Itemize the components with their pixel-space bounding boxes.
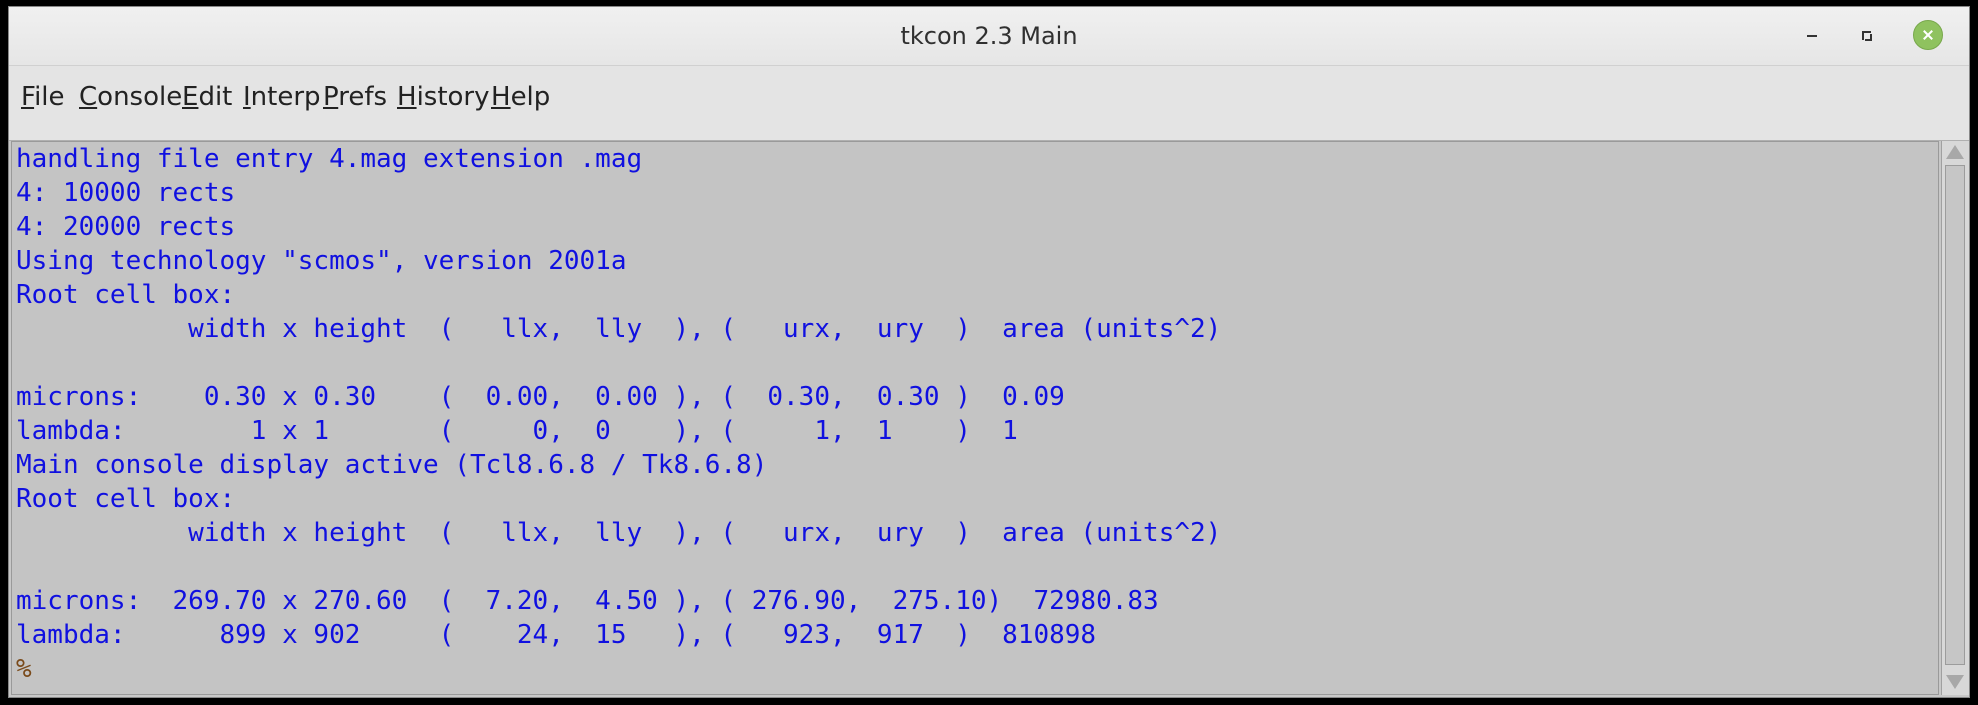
maximize-icon[interactable] bbox=[1851, 20, 1881, 50]
menu-console[interactable]: Console bbox=[79, 82, 182, 112]
title-bar[interactable]: tkcon 2.3 Main bbox=[9, 7, 1969, 66]
vertical-scrollbar[interactable] bbox=[1941, 141, 1969, 695]
console-line: microns: 0.30 x 0.30 ( 0.00, 0.00 ), ( 0… bbox=[16, 382, 1065, 412]
menu-history[interactable]: History bbox=[397, 82, 490, 112]
menu-file-label: ile bbox=[34, 82, 65, 112]
close-icon[interactable] bbox=[1913, 20, 1943, 50]
console-line: handling file entry 4.mag extension .mag bbox=[16, 144, 643, 174]
menu-interp[interactable]: Interp bbox=[243, 82, 321, 112]
console-prompt[interactable]: % bbox=[12, 652, 1938, 686]
menu-interp-mnemonic: I bbox=[243, 82, 251, 112]
menu-console-label: onsole bbox=[97, 82, 183, 112]
menu-console-mnemonic: C bbox=[79, 82, 98, 112]
console-line: microns: 269.70 x 270.60 ( 7.20, 4.50 ),… bbox=[16, 586, 1159, 616]
console-line: Main console display active (Tcl8.6.8 / … bbox=[16, 450, 768, 480]
console-line: lambda: 899 x 902 ( 24, 15 ), ( 923, 917… bbox=[16, 620, 1097, 650]
menu-interp-label: nterp bbox=[250, 82, 321, 112]
menu-history-label: istory bbox=[416, 82, 490, 112]
menu-prefs[interactable]: Prefs bbox=[323, 82, 387, 112]
menu-edit-label: dit bbox=[198, 82, 233, 112]
menu-prefs-label: refs bbox=[338, 82, 388, 112]
menu-help-label: elp bbox=[510, 82, 551, 112]
console-text[interactable]: handling file entry 4.mag extension .mag… bbox=[11, 141, 1939, 695]
console-line: width x height ( llx, lly ), ( urx, ury … bbox=[16, 518, 1222, 548]
console-line: Using technology "scmos", version 2001a bbox=[16, 246, 627, 276]
console-line: width x height ( llx, lly ), ( urx, ury … bbox=[16, 314, 1222, 344]
menu-help[interactable]: Help bbox=[491, 82, 550, 112]
console-line: Root cell box: bbox=[16, 484, 236, 514]
tkcon-window: tkcon 2.3 Main File Console Edit Interp … bbox=[8, 6, 1970, 698]
menu-edit[interactable]: Edit bbox=[182, 82, 232, 112]
minimize-icon[interactable] bbox=[1797, 20, 1827, 50]
menu-help-mnemonic: H bbox=[491, 82, 511, 112]
console-area: handling file entry 4.mag extension .mag… bbox=[9, 141, 1969, 697]
scroll-up-icon[interactable] bbox=[1946, 145, 1964, 159]
menu-bar: File Console Edit Interp Prefs History H… bbox=[9, 66, 1969, 141]
console-line: 4: 20000 rects bbox=[16, 212, 236, 242]
console-line: lambda: 1 x 1 ( 0, 0 ), ( 1, 1 ) 1 bbox=[16, 416, 1018, 446]
menu-history-mnemonic: H bbox=[397, 82, 417, 112]
menu-edit-mnemonic: E bbox=[182, 82, 199, 112]
console-line: Root cell box: bbox=[16, 280, 236, 310]
scroll-down-icon[interactable] bbox=[1946, 675, 1964, 689]
console-line: 4: 10000 rects bbox=[16, 178, 236, 208]
menu-file-mnemonic: F bbox=[21, 82, 35, 112]
scrollbar-thumb[interactable] bbox=[1945, 165, 1965, 665]
menu-file[interactable]: File bbox=[21, 82, 65, 112]
menu-prefs-mnemonic: P bbox=[323, 82, 339, 112]
window-title: tkcon 2.3 Main bbox=[900, 22, 1078, 50]
